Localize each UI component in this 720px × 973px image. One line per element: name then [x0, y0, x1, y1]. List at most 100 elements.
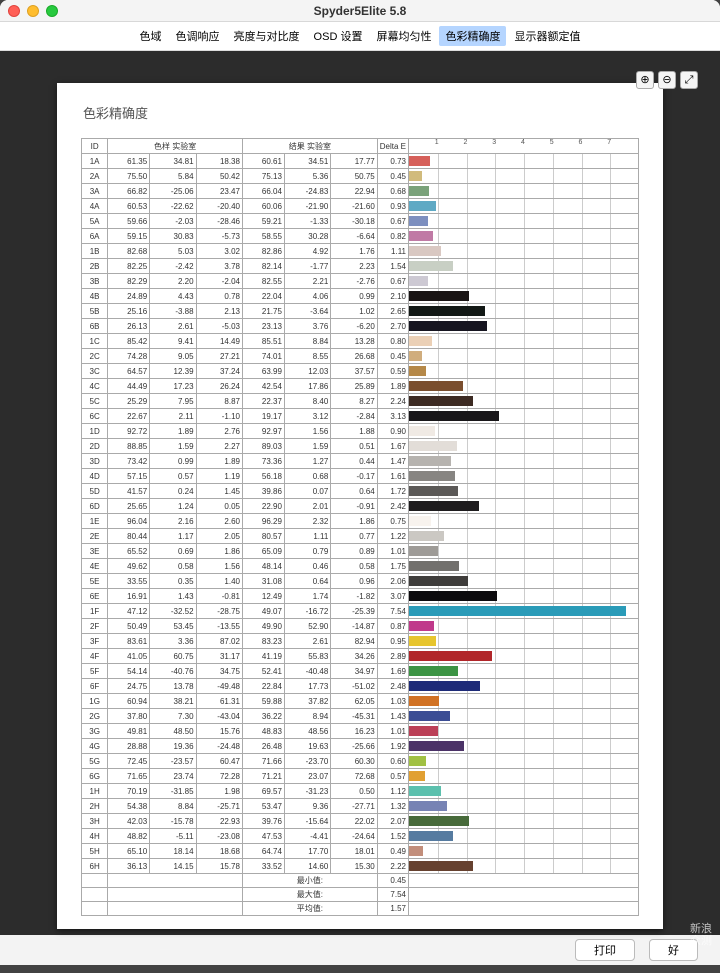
- table-row: 4H48.82-5.11-23.0847.53-4.41-24.641.52: [82, 829, 639, 844]
- app-title: Spyder5Elite 5.8: [0, 0, 720, 22]
- minimize-icon[interactable]: [27, 5, 39, 17]
- delta-bar: [409, 681, 480, 691]
- cell-result: 1.59: [284, 439, 330, 454]
- table-row: 4B24.894.430.7822.044.060.992.10: [82, 289, 639, 304]
- cell-sample: -2.42: [150, 259, 196, 274]
- cell-sample: 82.68: [108, 244, 150, 259]
- cell-sample: 0.99: [150, 454, 196, 469]
- tab-1[interactable]: 色调响应: [170, 26, 226, 46]
- table-row: 2B82.25-2.423.7882.14-1.772.231.54: [82, 259, 639, 274]
- cell-bar: [409, 349, 639, 364]
- cell-result: -6.64: [331, 229, 377, 244]
- delta-bar: [409, 171, 422, 181]
- report-page: 色彩精确度 ID色样 实验室结果 实验室Delta E1234567 1A61.…: [57, 83, 663, 929]
- delta-bar: [409, 636, 436, 646]
- cell-sample: 61.35: [108, 154, 150, 169]
- cell-sample: 14.15: [150, 859, 196, 874]
- zoom-out-icon[interactable]: ⊖: [658, 71, 676, 89]
- table-row: 2A75.505.8450.4275.135.3650.750.45: [82, 169, 639, 184]
- tab-0[interactable]: 色域: [134, 26, 168, 46]
- cell-delta: 1.69: [377, 664, 408, 679]
- cell-id: 4H: [82, 829, 108, 844]
- cell-delta: 2.65: [377, 304, 408, 319]
- cell-result: 47.53: [242, 829, 284, 844]
- cell-result: 59.88: [242, 694, 284, 709]
- cell-sample: -13.55: [196, 619, 242, 634]
- axis-tick: 7: [607, 139, 611, 146]
- cell-bar: [409, 769, 639, 784]
- cell-result: 74.01: [242, 349, 284, 364]
- cell-bar: [409, 634, 639, 649]
- axis-tick: 3: [492, 139, 496, 146]
- cell-sample: -15.78: [150, 814, 196, 829]
- cell-result: 23.13: [242, 319, 284, 334]
- close-icon[interactable]: [8, 5, 20, 17]
- cell-sample: 0.58: [150, 559, 196, 574]
- table-row: 3A66.82-25.0623.4766.04-24.8322.940.68: [82, 184, 639, 199]
- cell-delta: 1.89: [377, 379, 408, 394]
- cell-id: 1F: [82, 604, 108, 619]
- cell-sample: 42.03: [108, 814, 150, 829]
- cell-id: 3A: [82, 184, 108, 199]
- cell-sample: 4.43: [150, 289, 196, 304]
- maximize-icon[interactable]: [46, 5, 58, 17]
- cell-id: 2C: [82, 349, 108, 364]
- cell-result: 22.94: [331, 184, 377, 199]
- cell-sample: 19.36: [150, 739, 196, 754]
- table-row: 1G60.9438.2161.3159.8837.8262.051.03: [82, 694, 639, 709]
- cell-sample: 1.59: [150, 439, 196, 454]
- table-row: 5B25.16-3.882.1321.75-3.641.022.65: [82, 304, 639, 319]
- cell-result: 3.12: [284, 409, 330, 424]
- cell-sample: 2.60: [196, 514, 242, 529]
- cell-delta: 2.89: [377, 649, 408, 664]
- cell-delta: 1.43: [377, 709, 408, 724]
- cell-result: -24.83: [284, 184, 330, 199]
- delta-bar: [409, 411, 499, 421]
- cell-delta: 0.67: [377, 214, 408, 229]
- cell-result: 85.51: [242, 334, 284, 349]
- cell-bar: [409, 559, 639, 574]
- print-button[interactable]: 打印: [575, 939, 635, 961]
- cell-result: 0.07: [284, 484, 330, 499]
- cell-id: 1G: [82, 694, 108, 709]
- tab-3[interactable]: OSD 设置: [308, 26, 369, 46]
- table-row: 5E33.550.351.4031.080.640.962.06: [82, 574, 639, 589]
- delta-bar: [409, 696, 439, 706]
- cell-id: 5B: [82, 304, 108, 319]
- cell-result: 71.66: [242, 754, 284, 769]
- tab-2[interactable]: 亮度与对比度: [228, 26, 306, 46]
- zoom-in-icon[interactable]: ⊕: [636, 71, 654, 89]
- cell-result: -16.72: [284, 604, 330, 619]
- cell-sample: -31.85: [150, 784, 196, 799]
- tab-5[interactable]: 色彩精确度: [439, 26, 506, 46]
- cell-sample: 25.65: [108, 499, 150, 514]
- cell-result: 65.09: [242, 544, 284, 559]
- tab-4[interactable]: 屏幕均匀性: [370, 26, 437, 46]
- cell-id: 1B: [82, 244, 108, 259]
- cell-delta: 0.60: [377, 754, 408, 769]
- cell-result: 18.01: [331, 844, 377, 859]
- cell-id: 4G: [82, 739, 108, 754]
- cell-result: -51.02: [331, 679, 377, 694]
- table-row: 3D73.420.991.8973.361.270.441.47: [82, 454, 639, 469]
- cell-sample: -0.81: [196, 589, 242, 604]
- delta-bar: [409, 426, 435, 436]
- cell-sample: 31.17: [196, 649, 242, 664]
- tab-6[interactable]: 显示器额定值: [508, 26, 586, 46]
- cell-bar: [409, 199, 639, 214]
- cell-sample: 1.19: [196, 469, 242, 484]
- table-row: 5G72.45-23.5760.4771.66-23.7060.300.60: [82, 754, 639, 769]
- cell-result: 73.36: [242, 454, 284, 469]
- cell-sample: 60.94: [108, 694, 150, 709]
- cell-result: 37.82: [284, 694, 330, 709]
- cell-result: 0.79: [284, 544, 330, 559]
- delta-bar: [409, 231, 433, 241]
- cell-sample: 0.05: [196, 499, 242, 514]
- cell-result: -1.33: [284, 214, 330, 229]
- cell-result: 21.75: [242, 304, 284, 319]
- cell-sample: 2.61: [150, 319, 196, 334]
- cell-sample: 0.57: [150, 469, 196, 484]
- summary-label: 最大值:: [242, 888, 377, 902]
- zoom-fit-icon[interactable]: ⤢: [680, 71, 698, 89]
- cell-sample: -2.04: [196, 274, 242, 289]
